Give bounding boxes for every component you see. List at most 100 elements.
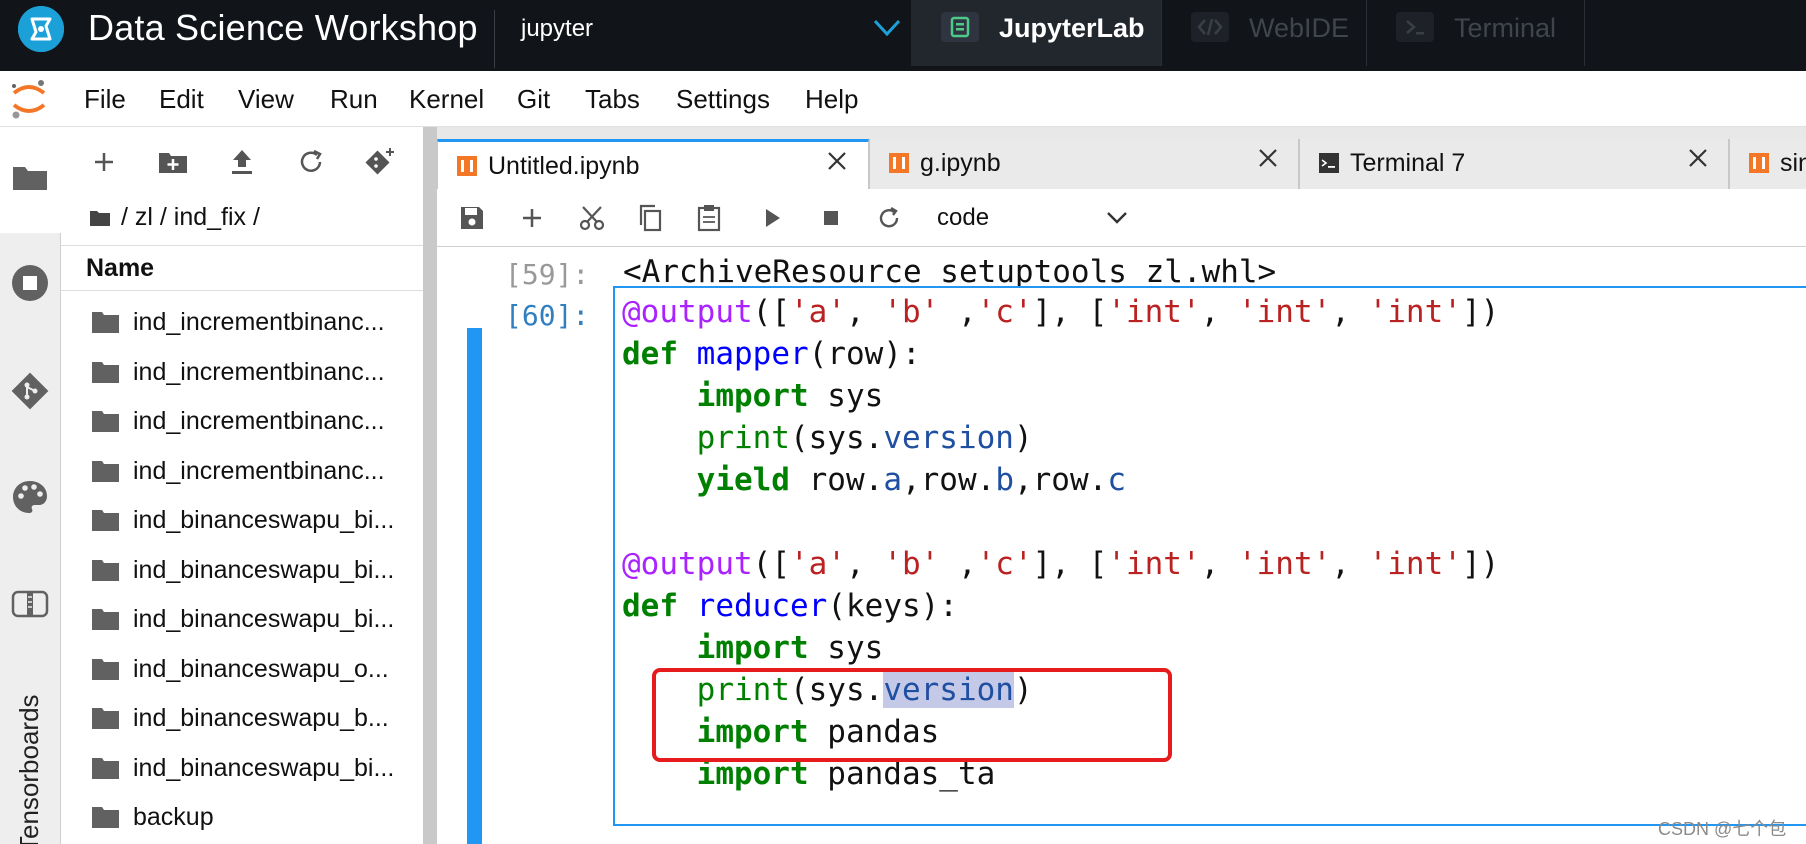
stop-circle-icon[interactable]: [10, 263, 50, 303]
restart-icon[interactable]: [874, 203, 904, 233]
file-list-header[interactable]: Name: [61, 245, 423, 291]
file-list-item[interactable]: backup: [61, 793, 423, 842]
tab-label: JupyterLab: [999, 13, 1145, 43]
refresh-icon[interactable]: [294, 145, 328, 179]
panel-resize-handle[interactable]: [423, 127, 437, 844]
new-folder-icon[interactable]: [156, 145, 190, 179]
add-cell-icon[interactable]: [517, 203, 547, 233]
file-list-item[interactable]: ind_incrementbinanc...: [61, 298, 423, 347]
terminal-icon: [1319, 153, 1339, 173]
file-name: ind_binanceswapu_bi...: [133, 753, 395, 782]
file-name: ind_incrementbinanc...: [133, 357, 385, 386]
sidebar-item-files[interactable]: [0, 127, 61, 233]
tab-jupyterlab[interactable]: JupyterLab: [911, 0, 1161, 66]
folder-icon: [92, 658, 119, 680]
file-name: ind_binanceswapu_bi...: [133, 605, 395, 633]
cell-type-select[interactable]: code: [937, 199, 1137, 237]
jupyter-logo-icon: [12, 80, 46, 119]
file-name: ind_binanceswapu_bi...: [133, 506, 395, 534]
menu-run[interactable]: Run: [330, 84, 378, 115]
folder-icon: [92, 609, 119, 630]
menu-tabs[interactable]: Tabs: [585, 84, 640, 115]
file-name: ind_incrementbinanc...: [133, 308, 385, 336]
git-clone-icon[interactable]: [363, 145, 397, 179]
cut-icon[interactable]: [577, 203, 607, 233]
tab-sin[interactable]: sin: [1729, 139, 1806, 189]
folder-icon: [13, 167, 47, 190]
menu-edit[interactable]: Edit: [159, 84, 204, 115]
divider: [1584, 0, 1585, 66]
stop-icon[interactable]: [816, 203, 846, 233]
code-line: import sys: [696, 378, 884, 414]
tab-label: sin: [1780, 149, 1806, 177]
code-brackets-icon: [1191, 12, 1229, 42]
left-activity-bar: Tensorboards: [0, 127, 61, 844]
sidebar-item-tensorboards[interactable]: Tensorboards: [14, 694, 45, 844]
code-line: @output(['a', 'b' ,'c'], ['int', 'int', …: [622, 294, 1500, 330]
notebook-panel[interactable]: [59]: <ArchiveResource setuptools_zl.whl…: [437, 248, 1806, 844]
output-prompt: [59]:: [505, 258, 590, 291]
folder-icon: [92, 807, 119, 828]
file-list-item[interactable]: ind_binanceswapu_b...: [61, 694, 423, 743]
git-icon[interactable]: [10, 371, 50, 411]
code-line: print(sys.version): [696, 672, 1033, 708]
environment-selector[interactable]: jupyter: [521, 15, 593, 43]
tab-untitled-ipynb[interactable]: Untitled.ipynb: [437, 139, 869, 190]
palette-icon[interactable]: [10, 477, 50, 517]
divider: [494, 10, 495, 68]
folder-icon: [92, 411, 119, 432]
file-list-item[interactable]: ind_binanceswapu_bi...: [61, 744, 423, 793]
file-name: ind_binanceswapu_b...: [133, 704, 389, 732]
close-icon[interactable]: [822, 146, 852, 176]
tab-webide[interactable]: WebIDE: [1161, 0, 1366, 66]
file-list-item[interactable]: ind_binanceswapu_bi...: [61, 496, 423, 545]
cell-type-value: code: [937, 204, 990, 231]
code-cell-editor[interactable]: @output(['a', 'b' ,'c'], ['int', 'int', …: [613, 286, 1806, 826]
file-name: ind_binanceswapu_o...: [133, 654, 389, 683]
menu-file[interactable]: File: [84, 84, 126, 115]
file-list-item[interactable]: ind_incrementbinanc...: [61, 447, 423, 496]
paste-icon[interactable]: [694, 203, 724, 233]
breadcrumb-path[interactable]: / zl / ind_fix /: [121, 203, 260, 232]
close-icon[interactable]: [1683, 143, 1713, 173]
save-icon[interactable]: [457, 203, 487, 233]
extension-icon[interactable]: [10, 584, 50, 624]
file-list-item[interactable]: ind_incrementbinanc...: [61, 348, 423, 397]
menu-view[interactable]: View: [238, 84, 294, 115]
menu-settings[interactable]: Settings: [676, 84, 770, 115]
folder-icon: [92, 708, 119, 729]
file-browser-panel: / zl / ind_fix / Name ind_incrementbinan…: [61, 127, 423, 844]
folder-icon: [92, 460, 119, 482]
menu-git[interactable]: Git: [517, 84, 550, 115]
run-icon[interactable]: [757, 203, 787, 233]
upload-icon[interactable]: [225, 145, 259, 179]
menu-kernel[interactable]: Kernel: [409, 84, 484, 115]
file-list-item[interactable]: ind_binanceswapu_o...: [61, 645, 423, 694]
tab-label: Untitled.ipynb: [488, 152, 640, 180]
chevron-down-icon: [1107, 212, 1127, 224]
copy-icon[interactable]: [635, 203, 665, 233]
close-icon[interactable]: [1253, 143, 1283, 173]
terminal-prompt-icon: [1396, 12, 1434, 42]
folder-icon[interactable]: [89, 208, 111, 228]
file-list-item[interactable]: ind_binanceswapu_bi...: [61, 546, 423, 595]
app-logo-icon: [18, 6, 64, 52]
code-line: def reducer(keys):: [622, 588, 958, 624]
file-list-item[interactable]: ind_incrementbinanc...: [61, 397, 423, 446]
top-app-bar: Data Science Workshop jupyter JupyterLab…: [0, 0, 1806, 71]
tab-terminal[interactable]: Terminal: [1366, 0, 1584, 66]
folder-icon: [92, 757, 119, 779]
breadcrumb: / zl / ind_fix /: [89, 203, 260, 232]
folder-icon: [92, 312, 119, 333]
notebook-icon: [1749, 153, 1769, 173]
column-header-name[interactable]: Name: [86, 254, 154, 283]
notebook-toolbar: code: [437, 189, 1806, 247]
file-list-item[interactable]: ind_binanceswapu_bi...: [61, 595, 423, 644]
cell-collapser[interactable]: [467, 328, 482, 844]
menu-help[interactable]: Help: [805, 84, 858, 115]
tab-g-ipynb[interactable]: g.ipynb: [869, 139, 1299, 189]
code-line: print(sys.version): [696, 420, 1033, 456]
chevron-down-icon[interactable]: [872, 16, 902, 40]
new-launcher-icon[interactable]: [87, 145, 121, 179]
tab-terminal-7[interactable]: Terminal 7: [1299, 139, 1729, 189]
